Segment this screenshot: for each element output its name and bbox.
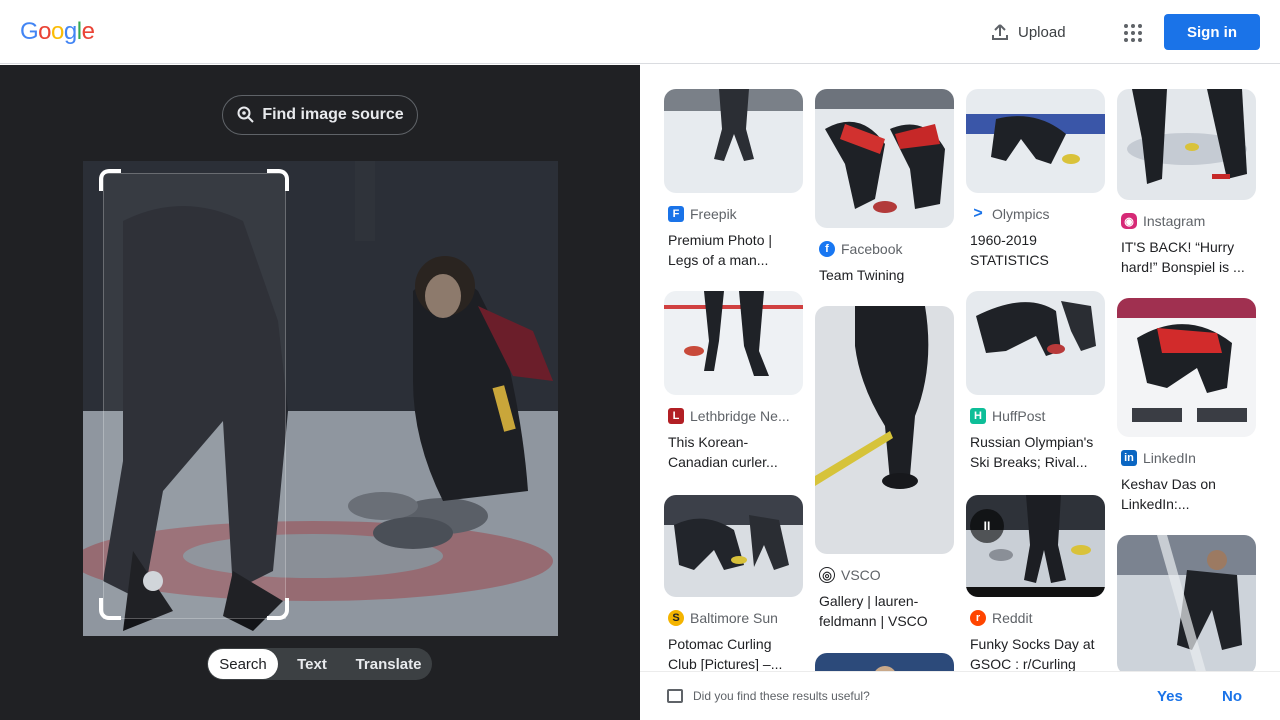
result-title[interactable]: Keshav Das on LinkedIn:... (1117, 474, 1256, 514)
result-source[interactable]: ◎ VSCO (815, 567, 954, 583)
result-card[interactable]: ◎ VSCO Gallery | lauren-feldmann | VSCO (815, 306, 954, 631)
result-thumbnail[interactable] (664, 89, 803, 193)
result-title[interactable]: Potomac Curling Club [Pictures] –... (664, 634, 803, 671)
result-title[interactable]: This Korean-Canadian curler... (664, 432, 803, 472)
lethbridge-news-icon: L (668, 408, 684, 424)
feedback-icon (667, 689, 683, 703)
upload-button[interactable]: Upload (990, 18, 1066, 46)
feedback-no-button[interactable]: No (1222, 688, 1242, 705)
result-source[interactable]: H HuffPost (966, 408, 1105, 424)
lens-search-icon (237, 106, 255, 123)
freepik-icon: F (668, 206, 684, 222)
result-source[interactable]: L Lethbridge Ne... (664, 408, 803, 424)
result-title[interactable]: Premium Photo | Legs of a man... (664, 230, 803, 270)
result-source[interactable]: r Reddit (966, 610, 1105, 626)
result-source-name: Instagram (1143, 213, 1206, 229)
result-thumbnail[interactable]: II (966, 495, 1105, 597)
result-thumbnail[interactable] (1117, 535, 1256, 671)
crop-handle-top-left[interactable] (99, 169, 121, 191)
result-source[interactable]: ◉ Instagram (1117, 213, 1256, 229)
pause-icon[interactable]: II (970, 509, 1004, 543)
upload-label: Upload (1018, 23, 1066, 41)
result-source-name: Freepik (690, 206, 737, 222)
result-thumbnail[interactable] (1117, 89, 1256, 200)
result-source-name: Olympics (992, 206, 1050, 222)
feedback-yes-button[interactable]: Yes (1157, 688, 1183, 705)
reddit-icon: r (970, 610, 986, 626)
olympics-chevron-icon: > (973, 206, 983, 222)
tab-translate[interactable]: Translate (346, 649, 431, 679)
sign-in-button[interactable]: Sign in (1164, 14, 1260, 50)
result-source-name: Baltimore Sun (690, 610, 778, 626)
result-source-name: Lethbridge Ne... (690, 408, 790, 424)
lens-panel: Find image source Search Text Translate (0, 65, 640, 720)
crop-handle-bottom-left[interactable] (99, 598, 121, 620)
result-source[interactable]: in LinkedIn (1117, 450, 1256, 466)
result-title[interactable]: Funky Socks Day at GSOC : r/Curling (966, 634, 1105, 671)
crop-handle-bottom-right[interactable] (267, 598, 289, 620)
result-card[interactable] (815, 653, 954, 671)
result-card[interactable]: II r Reddit Funky Socks Day at GSOC : r/C… (966, 495, 1105, 671)
google-logo[interactable]: Google (20, 18, 95, 46)
lens-mode-tabs: Search Text Translate (207, 648, 432, 680)
result-source-name: VSCO (841, 567, 881, 583)
result-source-name: HuffPost (992, 408, 1046, 424)
feedback-bar: Did you find these results useful? Yes N… (640, 671, 1280, 720)
tab-text[interactable]: Text (278, 649, 346, 679)
result-thumbnail[interactable] (664, 291, 803, 395)
facebook-icon: f (819, 241, 835, 257)
result-card[interactable]: H HuffPost Russian Olympian's Ski Breaks;… (966, 291, 1105, 472)
result-thumbnail[interactable] (966, 89, 1105, 193)
result-thumbnail[interactable] (815, 89, 954, 228)
instagram-icon: ◉ (1121, 213, 1137, 229)
find-image-source-label: Find image source (262, 106, 404, 123)
result-card[interactable]: ◉ Instagram IT'S BACK! “Hurry hard!” Bons… (1117, 89, 1256, 277)
logo-letter: e (81, 18, 95, 45)
result-thumbnail[interactable] (815, 306, 954, 554)
result-source-name: Reddit (992, 610, 1033, 626)
result-title[interactable]: Gallery | lauren-feldmann | VSCO (815, 591, 954, 631)
result-source[interactable]: F Freepik (664, 206, 803, 222)
baltimore-sun-icon: S (668, 610, 684, 626)
result-thumbnail[interactable] (664, 495, 803, 597)
result-source-name: Facebook (841, 241, 903, 257)
top-bar: Google Upload Sign in (0, 0, 1280, 64)
result-source[interactable]: f Facebook (815, 241, 954, 257)
result-card[interactable]: S Baltimore Sun Potomac Curling Club [Pic… (664, 495, 803, 671)
result-card[interactable]: L Lethbridge Ne... This Korean-Canadian c… (664, 291, 803, 472)
vsco-icon: ◎ (819, 567, 835, 583)
result-source[interactable]: S Baltimore Sun (664, 610, 803, 626)
logo-letter: o (38, 18, 52, 45)
crop-selection-box[interactable] (103, 173, 286, 619)
result-source-name: LinkedIn (1143, 450, 1196, 466)
result-source[interactable]: > Olympics (966, 206, 1105, 222)
crop-handle-top-right[interactable] (267, 169, 289, 191)
logo-letter: g (63, 18, 77, 45)
logo-letter: o (51, 18, 64, 45)
upload-icon (992, 24, 1008, 40)
result-thumbnail[interactable] (1117, 298, 1256, 437)
linkedin-icon: in (1121, 450, 1137, 466)
result-thumbnail[interactable] (815, 653, 954, 671)
result-card[interactable] (1117, 535, 1256, 671)
result-card[interactable]: in LinkedIn Keshav Das on LinkedIn:... (1117, 298, 1256, 514)
apps-grid-icon[interactable] (1118, 18, 1146, 46)
result-card[interactable]: > Olympics 1960-2019 STATISTICS (966, 89, 1105, 270)
result-title[interactable]: Russian Olympian's Ski Breaks; Rival... (966, 432, 1105, 472)
result-thumbnail[interactable] (966, 291, 1105, 395)
result-title[interactable]: Team Twining (815, 265, 954, 285)
result-title[interactable]: 1960-2019 STATISTICS (966, 230, 1105, 270)
find-image-source-button[interactable]: Find image source (222, 95, 418, 135)
feedback-question: Did you find these results useful? (693, 689, 870, 703)
logo-letter: G (20, 18, 39, 45)
tab-search[interactable]: Search (208, 649, 278, 679)
result-card[interactable]: F Freepik Premium Photo | Legs of a man..… (664, 89, 803, 270)
result-title[interactable]: IT'S BACK! “Hurry hard!” Bonspiel is ... (1117, 237, 1256, 277)
visual-matches-panel: F Freepik Premium Photo | Legs of a man..… (640, 65, 1280, 671)
result-card[interactable]: f Facebook Team Twining (815, 89, 954, 285)
huffpost-icon: H (970, 408, 986, 424)
